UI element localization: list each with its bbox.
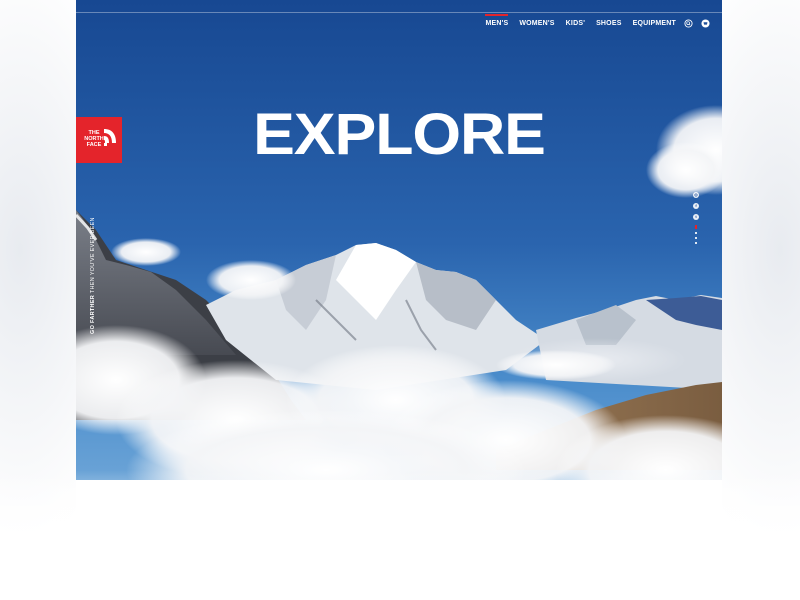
nav-item-equipment[interactable]: EQUIPMENT bbox=[633, 15, 676, 27]
main-nav: MEN'S WOMEN'S KIDS' SHOES EQUIPMENT bbox=[474, 12, 710, 30]
page: MEN'S WOMEN'S KIDS' SHOES EQUIPMENT EXPL… bbox=[0, 0, 800, 600]
slide-indicator-active[interactable] bbox=[695, 225, 697, 229]
twitter-icon[interactable]: t bbox=[693, 214, 699, 220]
tagline-rest: THEN YOU'VE EVER BEEN bbox=[90, 217, 96, 295]
search-icon[interactable] bbox=[684, 19, 693, 28]
slide-indicator[interactable] bbox=[695, 232, 697, 234]
north-face-logo[interactable]: THE NORTH FACE bbox=[76, 117, 122, 163]
social-links: ◎ f t bbox=[692, 192, 700, 247]
hero-section: MEN'S WOMEN'S KIDS' SHOES EQUIPMENT EXPL… bbox=[76, 0, 722, 540]
hero-headline: EXPLORE bbox=[253, 102, 546, 167]
nav-item-kids[interactable]: KIDS' bbox=[566, 15, 585, 27]
slide-indicator[interactable] bbox=[695, 237, 697, 239]
nav-item-mens[interactable]: MEN'S bbox=[485, 14, 509, 27]
bottom-fog bbox=[0, 470, 800, 600]
hero-mountain-image bbox=[76, 0, 722, 540]
instagram-icon[interactable]: ◎ bbox=[693, 192, 699, 198]
tagline-bold: GO FARTHER bbox=[90, 294, 96, 334]
slide-indicator[interactable] bbox=[695, 242, 697, 244]
vertical-tagline: GO FARTHER THEN YOU'VE EVER BEEN bbox=[90, 217, 96, 334]
facebook-icon[interactable]: f bbox=[693, 203, 699, 209]
cart-icon[interactable] bbox=[701, 19, 710, 28]
nav-item-shoes[interactable]: SHOES bbox=[596, 15, 622, 27]
nav-item-womens[interactable]: WOMEN'S bbox=[519, 15, 554, 27]
svg-text:FACE: FACE bbox=[87, 142, 102, 148]
